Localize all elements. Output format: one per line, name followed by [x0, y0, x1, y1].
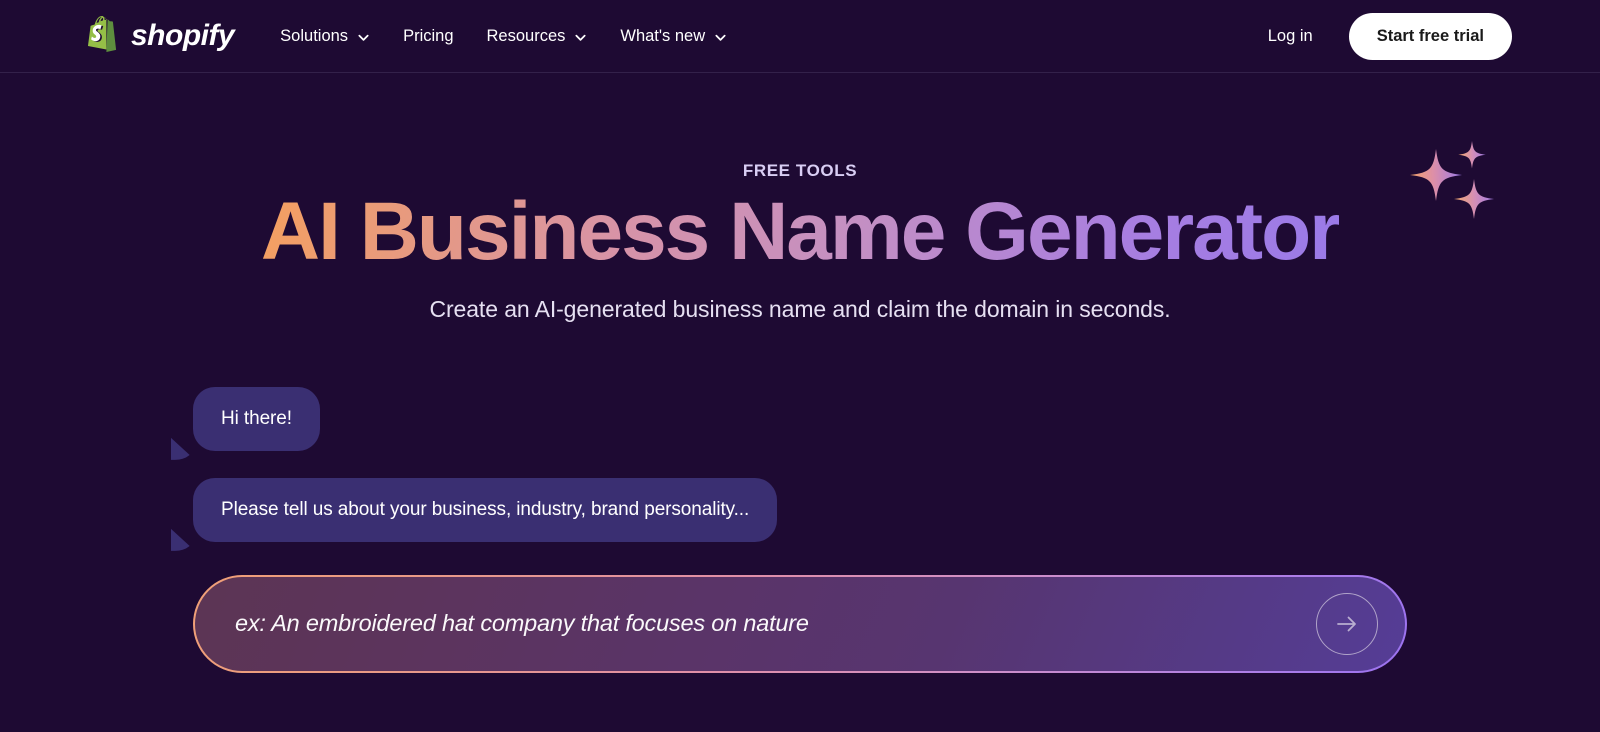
nav-item-label: Pricing: [403, 26, 454, 45]
shopify-logo[interactable]: shopify: [88, 15, 235, 58]
chat-bubble: Please tell us about your business, indu…: [193, 477, 778, 542]
arrow-right-icon: [1332, 609, 1362, 639]
hero-subtitle: Create an AI-generated business name and…: [429, 295, 1171, 322]
shopify-bag-icon: [88, 15, 122, 58]
chevron-down-icon: [357, 31, 370, 44]
main-nav: Solutions Pricing Resources What's new: [280, 28, 727, 45]
login-link[interactable]: Log in: [1268, 27, 1313, 46]
header-actions: Log in Start free trial: [1268, 12, 1512, 60]
submit-prompt-button[interactable]: [1316, 592, 1378, 655]
chat-message-row: Hi there!: [193, 386, 1600, 451]
chevron-down-icon: [714, 31, 727, 44]
sparkles-icon: [1394, 133, 1504, 243]
nav-item-solutions[interactable]: Solutions: [280, 28, 370, 45]
start-free-trial-button[interactable]: Start free trial: [1348, 12, 1512, 60]
shopify-wordmark: shopify: [131, 19, 235, 52]
prompt-input-inner: [195, 576, 1405, 671]
prompt-input[interactable]: [235, 610, 1316, 638]
chat-messages: Hi there! Please tell us about your busi…: [0, 386, 1600, 542]
nav-item-label: Solutions: [280, 26, 349, 45]
nav-item-label: Resources: [486, 26, 566, 45]
chevron-down-icon: [574, 31, 587, 44]
eyebrow-label: FREE TOOLS: [742, 161, 858, 180]
nav-item-whats-new[interactable]: What's new: [620, 28, 727, 45]
site-header: shopify Solutions Pricing Resources What…: [0, 0, 1600, 73]
chat-message-row: Please tell us about your business, indu…: [193, 477, 1600, 542]
nav-item-label: What's new: [620, 26, 706, 45]
nav-item-pricing[interactable]: Pricing: [403, 28, 453, 45]
nav-item-resources[interactable]: Resources: [487, 28, 588, 45]
page-title: AI Business Name Generator: [260, 186, 1341, 277]
chat-bubble: Hi there!: [193, 386, 320, 451]
prompt-input-container: [193, 574, 1407, 673]
hero-section: FREE TOOLS AI Business Name Generator Cr…: [0, 73, 1600, 323]
